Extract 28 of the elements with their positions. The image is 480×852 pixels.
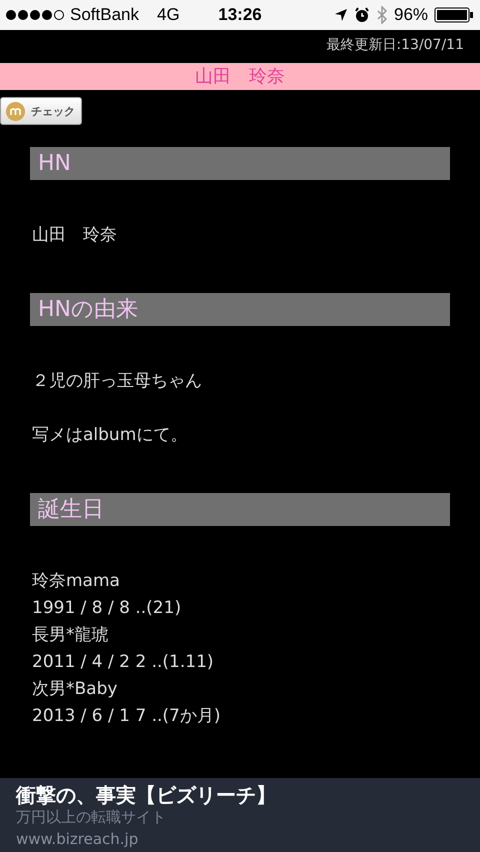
text-line: 2013 / 6 / 1 7 ..(7か月) [32, 705, 220, 728]
ad-subtitle: 万円以上の転職サイト [16, 808, 166, 826]
section-heading: 誕生日 [30, 493, 450, 526]
carrier-name: SoftBank [70, 5, 139, 25]
location-arrow-icon [334, 8, 348, 22]
last-updated-date: 最終更新日:13/07/11 [326, 37, 464, 53]
text-line: 写メはalbumにて。 [32, 424, 188, 447]
text-line: 2011 / 4 / 2 2 ..(1.11) [32, 651, 214, 674]
text-line: 1991 / 8 / 8 ..(21) [32, 597, 182, 620]
battery-icon [434, 7, 474, 23]
text-line: 次男*Baby [32, 678, 118, 701]
ad-url[interactable]: www.bizreach.jp [16, 830, 138, 848]
section-heading: HNの由来 [30, 293, 450, 326]
text-line: ２児の肝っ玉母ちゃん [32, 370, 202, 393]
text-line: 玲奈mama [32, 570, 120, 593]
text-line: 山田 玲奈 [32, 224, 117, 247]
name-banner: 山田 玲奈 [0, 63, 480, 90]
alarm-clock-icon [354, 7, 370, 23]
network-type: 4G [157, 5, 180, 25]
m-logo-icon [6, 102, 25, 120]
clock-time: 13:26 [218, 5, 262, 25]
ad-title[interactable]: 衝撃の、事実【ビズリーチ】 [16, 782, 276, 808]
check-button[interactable]: チェック [0, 97, 82, 125]
section-heading: HN [30, 147, 450, 180]
text-line: 長男*龍琥 [32, 624, 108, 647]
signal-icon [6, 9, 64, 21]
bluetooth-icon [376, 6, 388, 24]
battery-percent: 96% [394, 5, 428, 25]
